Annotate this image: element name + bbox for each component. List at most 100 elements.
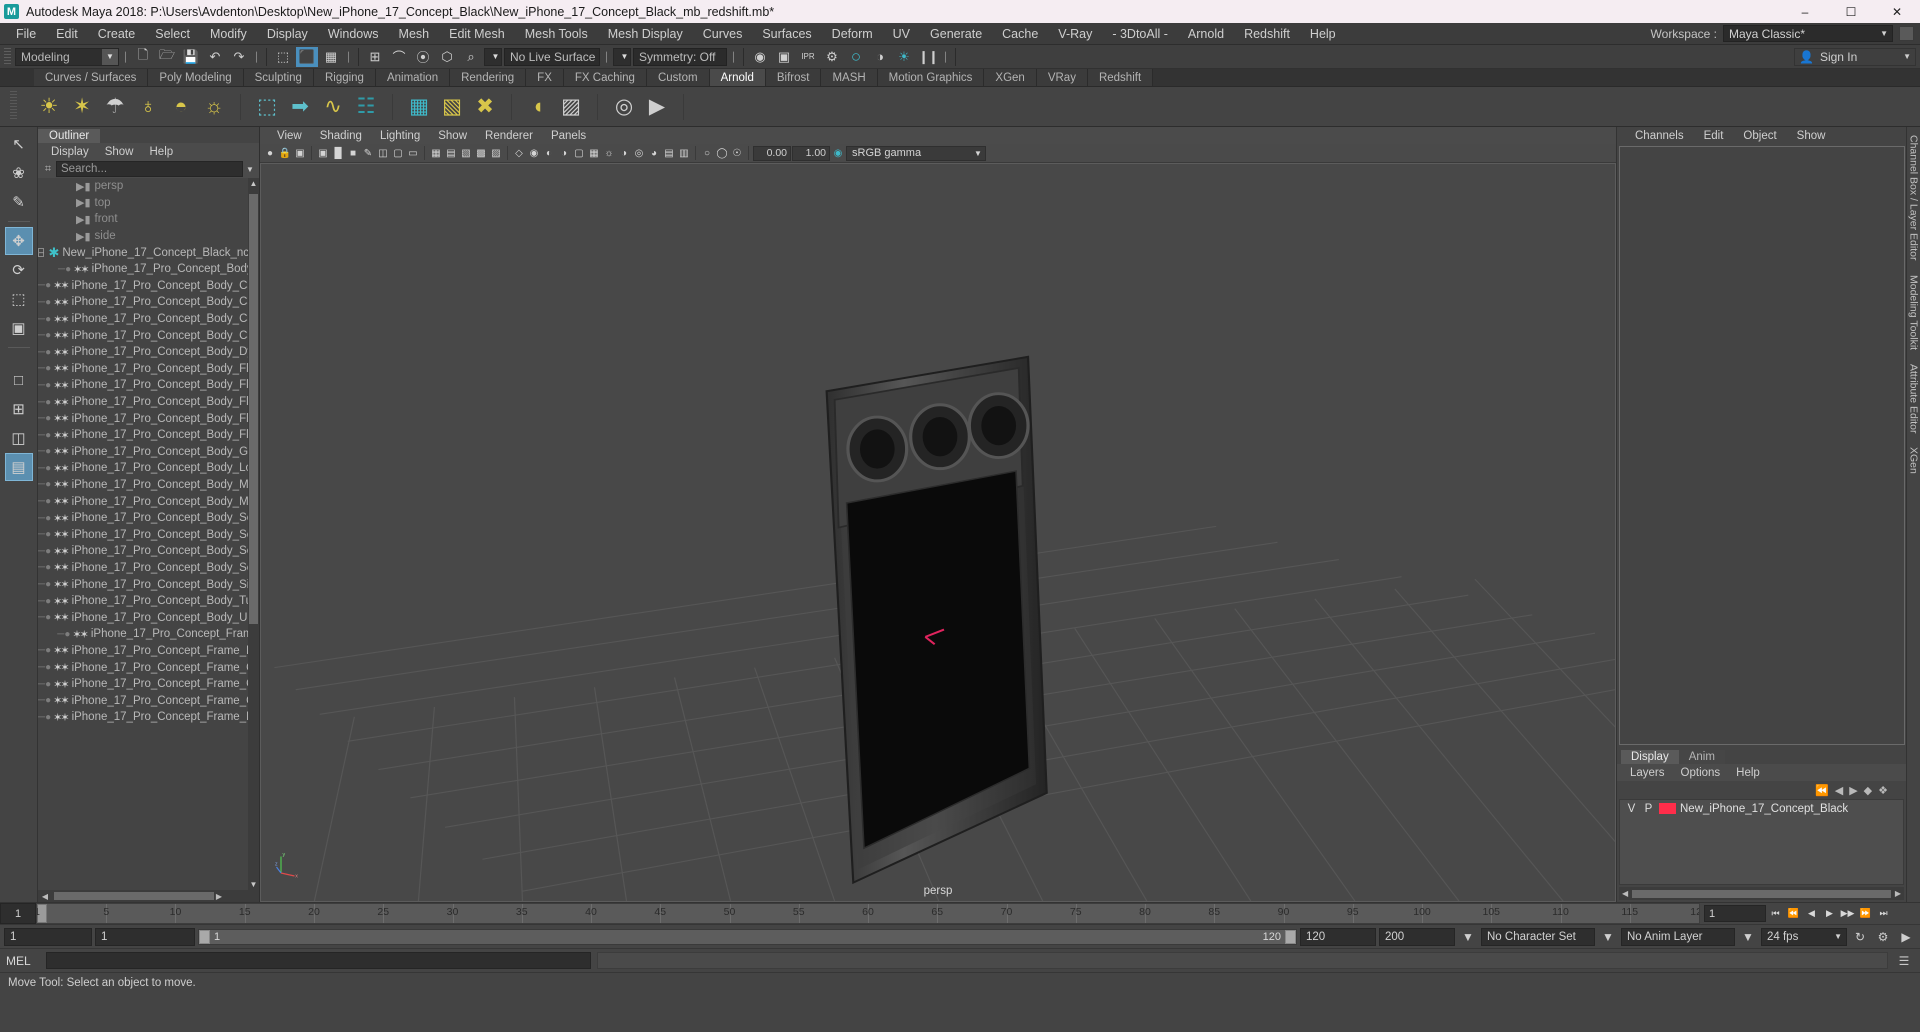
outliner-mesh-row[interactable]: ─● ✶✶ iPhone_17_Pro_Concept_Body <box>38 261 259 278</box>
rail-channelbox-label[interactable]: Channel Box / Layer Editor <box>1908 135 1920 261</box>
anim-layer-field[interactable]: No Anim Layer <box>1621 927 1735 946</box>
statusbar-grip[interactable] <box>4 47 11 66</box>
arnold-flush-caches-icon[interactable]: ▧ <box>437 92 467 122</box>
undo-icon[interactable]: ↶ <box>204 47 226 67</box>
scroll-left-icon[interactable]: ◀ <box>1622 889 1628 898</box>
snap-options-dropdown[interactable]: ▼ <box>484 47 502 66</box>
viewport-menu-renderer[interactable]: Renderer <box>476 130 542 142</box>
hscroll-thumb[interactable] <box>54 892 214 900</box>
play-forwards-icon[interactable]: ▶▶ <box>1839 905 1856 922</box>
gamma-value[interactable]: 1.00 <box>792 145 830 161</box>
minimize-button[interactable]: – <box>1782 0 1828 23</box>
menu-mesh-display[interactable]: Mesh Display <box>598 23 693 45</box>
command-input[interactable] <box>46 952 591 969</box>
channelbox-menu-object[interactable]: Object <box>1733 130 1786 142</box>
resolution-gate-icon[interactable]: ◫ <box>376 146 390 161</box>
shelf-tab-vray[interactable]: VRay <box>1036 69 1088 86</box>
menu-cache[interactable]: Cache <box>992 23 1048 45</box>
shelf-tab-poly-modeling[interactable]: Poly Modeling <box>148 69 244 86</box>
menu-display[interactable]: Display <box>257 23 318 45</box>
current-frame-field[interactable]: 1 <box>1704 905 1766 922</box>
arnold-light-manager-icon[interactable]: ◎ <box>609 92 639 122</box>
go-to-start-icon[interactable]: ⏮ <box>1767 905 1784 922</box>
snap-to-point-icon[interactable]: ⦿ <box>412 47 434 67</box>
layers-menu-help[interactable]: Help <box>1728 767 1768 779</box>
go-to-end-icon[interactable]: ⏭ <box>1875 905 1892 922</box>
rotate-tool[interactable]: ⟳ <box>5 256 33 284</box>
shelf-tab-mash[interactable]: MASH <box>821 69 878 86</box>
exposure-icon[interactable]: ▧ <box>459 146 473 161</box>
lock-camera-icon[interactable]: 🔒 <box>278 146 292 161</box>
shelf-tab-motion-graphics[interactable]: Motion Graphics <box>877 69 985 86</box>
two-d-pan-zoom-icon[interactable]: ■ <box>346 146 360 161</box>
shelf-tab-animation[interactable]: Animation <box>375 69 451 86</box>
outliner-camera-persp[interactable]: ▶▮ persp <box>38 178 259 195</box>
arnold-bake-geo-icon[interactable]: ◖ <box>523 92 553 122</box>
save-scene-icon[interactable]: 💾 <box>180 47 202 67</box>
arnold-flush-clear-icon[interactable]: ✖ <box>470 92 500 122</box>
outliner-mesh-row[interactable]: ─● ✶✶ iPhone_17_Pro_Concept_Body_Micro <box>38 493 259 510</box>
hypershade-icon[interactable]: ○ <box>845 47 867 67</box>
outliner-mesh-row[interactable]: ─● ✶✶ iPhone_17_Pro_Concept_Body_Came <box>38 311 259 328</box>
pause-toggle-icon[interactable]: ❙❙ <box>917 47 939 67</box>
outliner-mesh-row[interactable]: ─● ✶✶ iPhone_17_Pro_Concept_Body_Dyna <box>38 344 259 361</box>
outliner-mesh-row[interactable]: ─● ✶✶ iPhone_17_Pro_Concept_Body_Flash <box>38 377 259 394</box>
viewport-menu-view[interactable]: View <box>268 130 311 142</box>
isolate-select-icon[interactable]: ○ <box>700 146 714 161</box>
smooth-shade-sel-icon[interactable]: ◐ <box>542 146 556 161</box>
step-back-key-icon[interactable]: ⏪ <box>1785 905 1802 922</box>
shelf-tab-fx[interactable]: FX <box>526 69 564 86</box>
menu-surfaces[interactable]: Surfaces <box>752 23 821 45</box>
shelf-tab-arnold[interactable]: Arnold <box>709 69 766 86</box>
redo-icon[interactable]: ↷ <box>228 47 250 67</box>
tab-display-layers[interactable]: Display <box>1621 750 1679 764</box>
render-current-frame-icon[interactable]: ◉ <box>749 47 771 67</box>
layer-row[interactable]: V P New_iPhone_17_Concept_Black <box>1620 800 1903 817</box>
paint-select-tool[interactable]: ✎ <box>5 188 33 216</box>
arnold-mesh-light-icon[interactable]: ✶ <box>67 92 97 122</box>
outliner-mesh-row[interactable]: ─● ✶✶ iPhone_17_Pro_Concept_Body_Came <box>38 278 259 295</box>
viewport-menu-shading[interactable]: Shading <box>311 130 371 142</box>
outliner-camera-top[interactable]: ▶▮ top <box>38 195 259 212</box>
select-by-object-icon[interactable]: ⬛ <box>296 46 318 67</box>
script-editor-icon[interactable]: ☰ <box>1894 954 1914 968</box>
layer-playback-toggle[interactable]: P <box>1642 803 1655 815</box>
outliner-mesh-row[interactable]: ─● ✶✶ iPhone_17_Pro_Concept_Body_Came <box>38 294 259 311</box>
lights-icon[interactable]: ☼ <box>602 146 616 161</box>
signin-button[interactable]: 👤 Sign In ▼ <box>1794 47 1916 66</box>
step-back-frame-icon[interactable]: ◀ <box>1803 905 1820 922</box>
character-set-chevron-icon[interactable]: ▼ <box>1598 928 1618 946</box>
select-camera-icon[interactable]: ● <box>263 146 277 161</box>
single-view-layout[interactable]: □ <box>5 366 33 394</box>
select-by-component-icon[interactable]: ▦ <box>320 47 342 67</box>
arnold-curve-collector-icon[interactable]: ∿ <box>318 92 348 122</box>
arnold-standin-create-icon[interactable]: ⬚ <box>252 92 282 122</box>
safe-action-icon[interactable]: ▩ <box>474 146 488 161</box>
film-gate2-icon[interactable]: ▤ <box>444 146 458 161</box>
outliner-mesh-row[interactable]: ─● ✶✶ iPhone_17_Pro_Concept_Frame <box>38 626 259 643</box>
outliner-camera-side[interactable]: ▶▮ side <box>38 228 259 245</box>
fps-dropdown[interactable]: 24 fps ▼ <box>1761 927 1847 946</box>
shelf-tab-sculpting[interactable]: Sculpting <box>243 69 314 86</box>
outliner-mesh-row[interactable]: ─● ✶✶ iPhone_17_Pro_Concept_Frame_Butt <box>38 643 259 660</box>
image-plane-icon[interactable]: █ <box>331 146 345 161</box>
time-slider[interactable]: 1510152025303540455055606570758085909510… <box>36 903 1700 924</box>
viewport-menu-panels[interactable]: Panels <box>542 130 595 142</box>
layer-visibility-toggle[interactable]: V <box>1625 803 1638 815</box>
outliner-mesh-row[interactable]: ─● ✶✶ iPhone_17_Pro_Concept_Body_Flash <box>38 427 259 444</box>
maximize-button[interactable]: ☐ <box>1828 0 1874 23</box>
layer-color-swatch[interactable] <box>1659 803 1676 814</box>
range-handle-left[interactable] <box>199 929 210 944</box>
menu-uv[interactable]: UV <box>883 23 920 45</box>
layer-list[interactable]: V P New_iPhone_17_Concept_Black <box>1619 799 1904 885</box>
arnold-volume-icon[interactable]: ☷ <box>351 92 381 122</box>
xray-joints-icon[interactable]: ☉ <box>730 146 744 161</box>
scroll-down-icon[interactable]: ▼ <box>248 879 259 890</box>
scroll-up-icon[interactable]: ▲ <box>248 178 259 189</box>
toolbar-divider-6[interactable]: ❘ <box>941 48 950 66</box>
animation-preferences-icon[interactable]: ⚙ <box>1873 928 1893 946</box>
live-surface-field[interactable]: No Live Surface <box>504 47 600 66</box>
exposure-value[interactable]: 0.00 <box>753 145 791 161</box>
menu-file[interactable]: File <box>6 23 46 45</box>
animation-start-field[interactable]: 1 <box>4 927 92 946</box>
